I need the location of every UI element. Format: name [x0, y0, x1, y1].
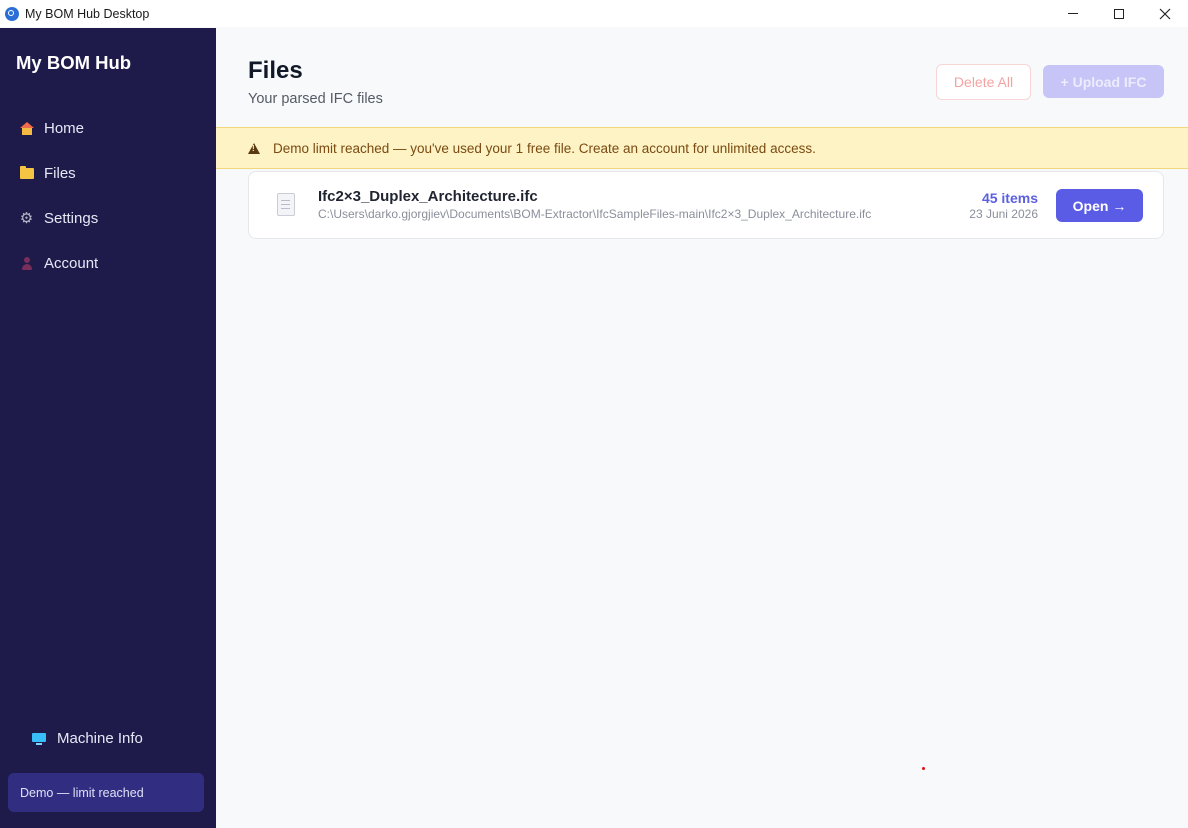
sidebar-item-label: Files: [44, 165, 76, 182]
app-logo-icon: [5, 6, 19, 21]
monitor-icon: [31, 731, 46, 746]
file-date: 23 Juni 2026: [969, 207, 1038, 221]
title-bar: My BOM Hub Desktop: [0, 0, 1188, 27]
gear-icon: ⚙: [19, 210, 34, 227]
maximize-icon: [1114, 8, 1124, 19]
sidebar-item-settings[interactable]: ⚙ Settings: [0, 196, 216, 241]
sidebar-item-home[interactable]: Home: [0, 106, 216, 151]
open-file-button[interactable]: Open →: [1056, 189, 1143, 222]
demo-status-badge: Demo — limit reached: [8, 773, 204, 812]
minimize-button[interactable]: [1050, 0, 1096, 27]
sidebar-nav: Home Files ⚙ Settings Account: [0, 106, 216, 286]
file-card: Ifc2×3_Duplex_Architecture.ifc C:\Users\…: [248, 171, 1164, 239]
cursor-dot: [922, 767, 925, 770]
close-button[interactable]: [1142, 0, 1188, 27]
file-item-count: 45 items: [981, 190, 1038, 206]
banner-text: Demo limit reached — you've used your 1 …: [273, 140, 816, 156]
machine-info-link[interactable]: Machine Info: [31, 730, 143, 747]
sidebar: My BOM Hub Home Files ⚙ Settings Account…: [0, 28, 216, 828]
demo-limit-banner: Demo limit reached — you've used your 1 …: [216, 127, 1188, 169]
window-controls: [1050, 0, 1188, 27]
file-path: C:\Users\darko.gjorgjiev\Documents\BOM-E…: [318, 207, 872, 221]
sidebar-item-label: Account: [44, 255, 99, 272]
demo-status-text: Demo — limit reached: [20, 785, 144, 800]
folder-icon: [19, 166, 34, 181]
close-icon: [1159, 8, 1171, 19]
person-icon: [19, 256, 34, 271]
brand-title: My BOM Hub: [16, 52, 132, 73]
machine-info-label: Machine Info: [57, 730, 143, 747]
warning-icon: [248, 142, 260, 154]
sidebar-item-label: Settings: [44, 210, 99, 227]
main-content: Files Your parsed IFC files Delete All +…: [216, 28, 1188, 828]
delete-all-button[interactable]: Delete All: [936, 64, 1031, 100]
window-title: My BOM Hub Desktop: [25, 6, 150, 21]
document-icon: [277, 193, 295, 216]
file-name: Ifc2×3_Duplex_Architecture.ifc: [318, 188, 538, 205]
page-subtitle: Your parsed IFC files: [248, 91, 383, 107]
sidebar-item-files[interactable]: Files: [0, 151, 216, 196]
maximize-button[interactable]: [1096, 0, 1142, 27]
upload-ifc-button[interactable]: + Upload IFC: [1043, 65, 1164, 98]
page-title: Files: [248, 57, 303, 84]
sidebar-item-account[interactable]: Account: [0, 241, 216, 286]
home-icon: [19, 121, 34, 136]
sidebar-item-label: Home: [44, 120, 85, 137]
minimize-icon: [1068, 13, 1078, 14]
